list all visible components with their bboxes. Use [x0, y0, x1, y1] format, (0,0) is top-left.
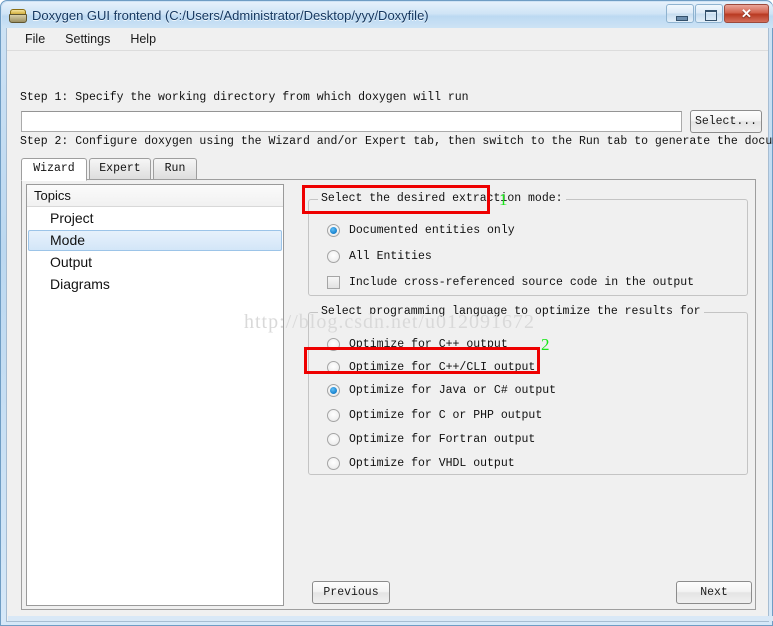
radio-icon [327, 456, 340, 470]
topics-panel: Topics Project Mode Output Diagrams [26, 184, 284, 606]
topic-item-diagrams[interactable]: Diagrams [28, 274, 282, 295]
radio-icon [327, 249, 340, 263]
previous-button[interactable]: Previous [312, 581, 390, 604]
radio-all-entities[interactable]: All Entities [327, 247, 432, 265]
step2-label: Step 2: Configure doxygen using the Wiza… [20, 135, 773, 148]
window-bottom-strip [8, 616, 773, 621]
client-area: File Settings Help Step 1: Specify the w… [6, 28, 773, 622]
extraction-mode-groupbox: Select the desired extraction mode: Docu… [308, 192, 748, 296]
topic-item-mode[interactable]: Mode [28, 230, 282, 251]
step1-label: Step 1: Specify the working directory fr… [20, 91, 469, 104]
close-button[interactable]: ✕ [724, 4, 769, 23]
radio-label: Optimize for C++/CLI output [349, 360, 536, 374]
select-directory-button[interactable]: Select... [690, 110, 762, 133]
menu-item-file[interactable]: File [15, 30, 55, 48]
topics-header: Topics [27, 185, 283, 207]
checkbox-include-cross-referenced-source[interactable]: Include cross-referenced source code in … [327, 273, 694, 291]
checkbox-label: Include cross-referenced source code in … [349, 275, 695, 289]
application-window: Doxygen GUI frontend (C:/Users/Administr… [0, 0, 773, 626]
radio-optimize-fortran[interactable]: Optimize for Fortran output [327, 430, 535, 448]
radio-label: Optimize for Fortran output [349, 432, 536, 446]
radio-optimize-cpp-cli[interactable]: Optimize for C++/CLI output [327, 358, 535, 376]
radio-label: Optimize for C++ output [349, 337, 508, 351]
title-bar: Doxygen GUI frontend (C:/Users/Administr… [2, 2, 773, 28]
wizard-tab-page: Topics Project Mode Output Diagrams Sele… [21, 179, 756, 610]
menu-item-settings[interactable]: Settings [55, 30, 120, 48]
maximize-icon [705, 10, 717, 21]
language-optimization-groupbox: Select programming language to optimize … [308, 305, 748, 475]
maximize-button[interactable] [695, 4, 723, 23]
radio-icon [327, 408, 340, 422]
minimize-button[interactable] [666, 4, 694, 23]
working-directory-input[interactable] [21, 111, 682, 132]
tab-strip: Wizard Expert Run [21, 158, 756, 181]
doxygen-app-icon [8, 6, 27, 24]
checkbox-icon [327, 275, 340, 289]
radio-label: Documented entities only [349, 223, 515, 237]
radio-documented-entities-only[interactable]: Documented entities only [327, 221, 515, 239]
radio-icon-checked [327, 383, 340, 397]
radio-label: Optimize for Java or C# output [349, 383, 557, 397]
language-optimization-title: Select programming language to optimize … [318, 305, 704, 318]
radio-label: Optimize for C or PHP output [349, 408, 543, 422]
next-button[interactable]: Next [676, 581, 752, 604]
radio-optimize-vhdl[interactable]: Optimize for VHDL output [327, 454, 515, 472]
extraction-mode-title: Select the desired extraction mode: [318, 192, 566, 205]
tab-expert[interactable]: Expert [89, 158, 151, 180]
radio-icon [327, 360, 340, 374]
radio-icon-checked [327, 223, 340, 237]
tab-run[interactable]: Run [153, 158, 197, 180]
menu-bar: File Settings Help [7, 28, 768, 51]
topic-item-output[interactable]: Output [28, 252, 282, 273]
radio-icon [327, 432, 340, 446]
window-title: Doxygen GUI frontend (C:/Users/Administr… [32, 7, 429, 23]
radio-label: Optimize for VHDL output [349, 456, 515, 470]
topic-item-project[interactable]: Project [28, 208, 282, 229]
radio-optimize-c-php[interactable]: Optimize for C or PHP output [327, 406, 542, 424]
radio-label: All Entities [349, 249, 432, 263]
radio-optimize-java-csharp[interactable]: Optimize for Java or C# output [327, 381, 556, 399]
tab-wizard[interactable]: Wizard [21, 158, 87, 181]
menu-item-help[interactable]: Help [120, 30, 166, 48]
window-controls: ✕ [665, 4, 769, 23]
radio-optimize-cpp[interactable]: Optimize for C++ output [327, 335, 508, 353]
radio-icon [327, 337, 340, 351]
close-icon: ✕ [741, 6, 752, 21]
minimize-icon [676, 16, 688, 21]
